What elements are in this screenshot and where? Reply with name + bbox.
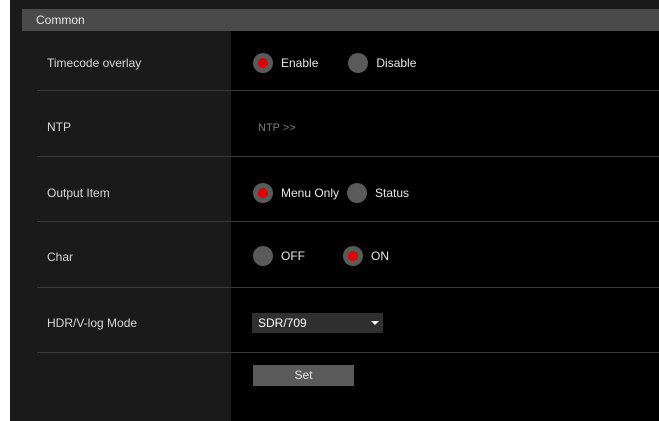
timecode-disable-option[interactable]: Disable <box>348 53 416 73</box>
char-radio-group: OFF ON <box>253 246 389 266</box>
section-title: Common <box>36 13 85 27</box>
radio-selected-icon[interactable] <box>253 183 273 203</box>
row-divider <box>37 156 659 157</box>
output-menu-only-label: Menu Only <box>281 186 340 200</box>
dropdown-caret-icon <box>371 321 379 325</box>
char-on-label: ON <box>371 249 389 263</box>
row-divider <box>37 90 659 91</box>
output-item-radio-group: Menu Only Status <box>253 183 409 203</box>
set-button[interactable]: Set <box>253 365 354 386</box>
output-status-label: Status <box>375 186 410 200</box>
hdr-mode-value: SDR/709 <box>258 316 307 330</box>
output-menu-only-option[interactable]: Menu Only <box>253 183 339 203</box>
output-item-label: Output Item <box>47 186 110 200</box>
radio-unselected-icon[interactable] <box>347 183 368 203</box>
timecode-enable-option[interactable]: Enable <box>253 53 318 73</box>
char-on-option[interactable]: ON <box>343 246 389 266</box>
ntp-label: NTP <box>47 120 71 134</box>
row-divider <box>37 352 659 353</box>
timecode-enable-label: Enable <box>281 56 319 70</box>
radio-unselected-icon[interactable] <box>348 53 369 73</box>
radio-selected-icon[interactable] <box>253 53 273 73</box>
timecode-overlay-label: Timecode overlay <box>47 56 142 70</box>
output-status-option[interactable]: Status <box>347 183 409 203</box>
section-header: Common <box>22 9 659 31</box>
char-label: Char <box>47 250 74 264</box>
hdr-mode-label: HDR/V-log Mode <box>47 316 138 330</box>
timecode-disable-label: Disable <box>376 56 417 70</box>
radio-unselected-icon[interactable] <box>253 246 273 266</box>
char-off-option[interactable]: OFF <box>253 246 305 266</box>
timecode-overlay-radio-group: Enable Disable <box>253 53 416 73</box>
char-off-label: OFF <box>281 249 305 263</box>
row-divider <box>37 221 659 222</box>
radio-selected-icon[interactable] <box>343 246 363 266</box>
hdr-mode-select[interactable]: SDR/709 <box>252 313 383 333</box>
ntp-link[interactable]: NTP >> <box>258 122 296 134</box>
row-divider <box>37 287 659 288</box>
